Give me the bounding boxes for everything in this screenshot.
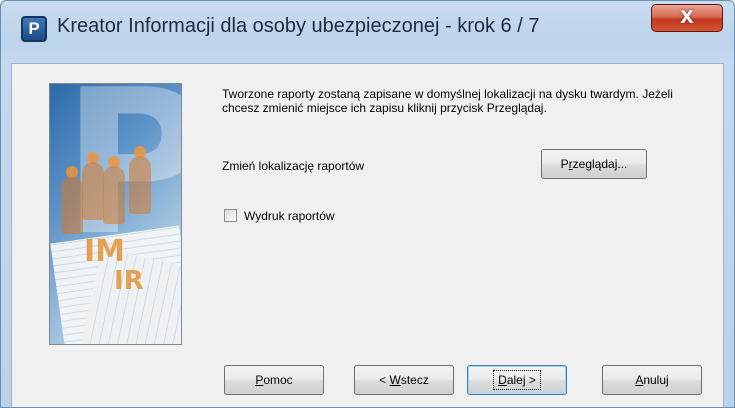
image-person xyxy=(103,166,125,224)
cancel-button[interactable]: Anuluj xyxy=(602,365,702,395)
print-reports-checkbox[interactable] xyxy=(224,209,237,222)
close-button[interactable]: X xyxy=(651,4,723,32)
image-person xyxy=(82,162,104,220)
image-mark-ir: IR xyxy=(114,266,144,296)
dialog-window: P Kreator Informacji dla osoby ubezpiecz… xyxy=(0,0,735,408)
print-reports-label: Wydruk raportów xyxy=(244,209,335,223)
next-button[interactable]: Dalej > xyxy=(467,365,567,395)
image-person xyxy=(129,156,151,214)
app-icon: P xyxy=(21,16,47,42)
browse-button[interactable]: Przeglądaj... xyxy=(541,149,647,179)
title-bar[interactable]: P Kreator Informacji dla osoby ubezpiecz… xyxy=(1,1,734,55)
back-button[interactable]: < Wstecz xyxy=(354,365,454,395)
change-location-label: Zmień lokalizację raportów xyxy=(222,159,365,173)
image-person xyxy=(61,176,83,234)
window-title: Kreator Informacji dla osoby ubezpieczon… xyxy=(57,15,540,37)
help-button[interactable]: Pomoc xyxy=(224,365,324,395)
image-mark-im: IM xyxy=(84,234,126,269)
wizard-side-image: P IM IR xyxy=(49,83,182,345)
dialog-content: P IM IR Tworzone raporty zostaną zapisan… xyxy=(11,63,724,407)
info-text: Tworzone raporty zostaną zapisane w domy… xyxy=(222,87,673,115)
